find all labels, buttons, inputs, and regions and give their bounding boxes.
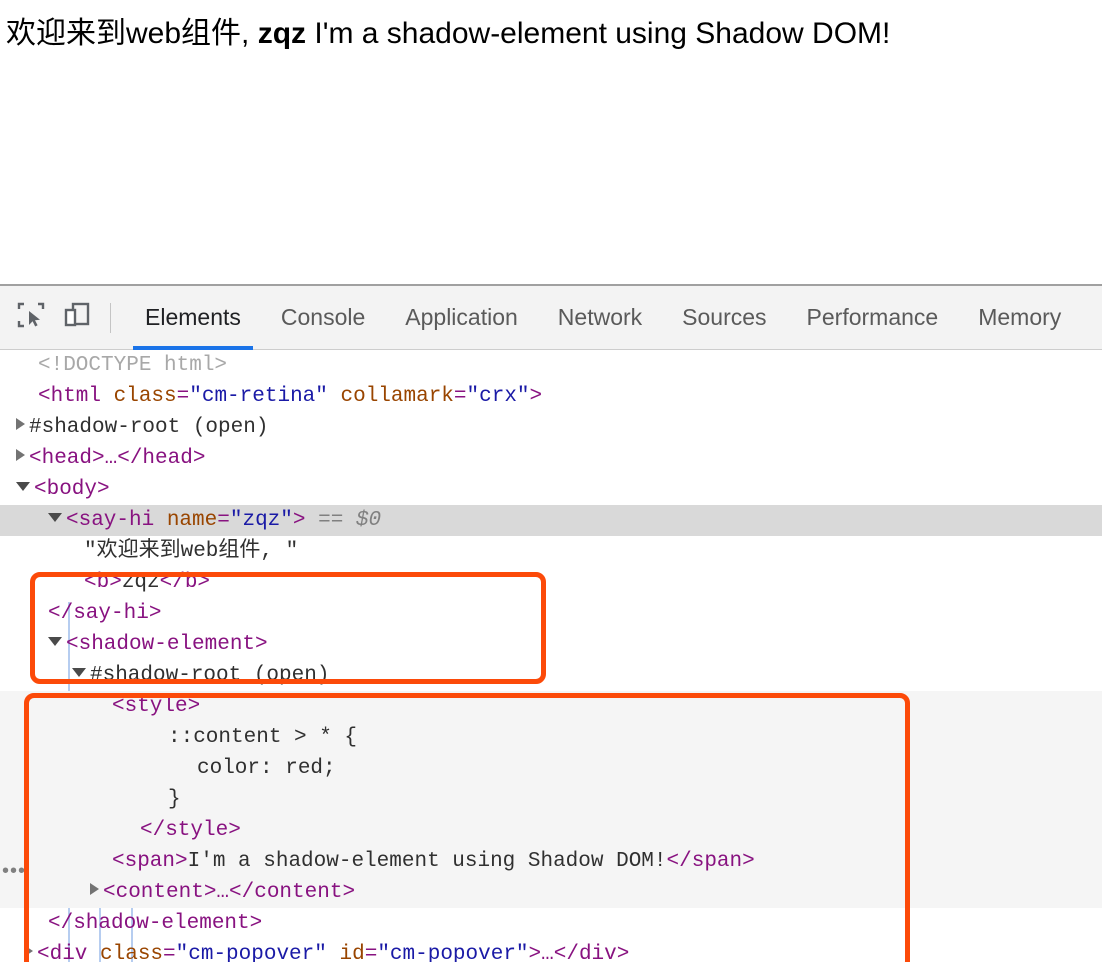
div-attr-id-value: "cm-popover"	[377, 943, 529, 962]
collapse-triangle-icon[interactable]	[48, 636, 62, 646]
shadow-element-open-tag: <shadow-element>	[66, 633, 268, 656]
dom-line-css-declaration[interactable]: color: red;	[0, 753, 1102, 784]
expand-triangle-icon[interactable]	[16, 418, 25, 431]
content-line-text: <content>…</content>	[103, 881, 356, 904]
css-selector-text: ::content > * {	[168, 726, 358, 749]
shadow-element-text: I'm a shadow-element using Shadow DOM!	[306, 17, 891, 50]
dom-line-shadow-element[interactable]: <shadow-element>	[0, 629, 1102, 660]
rendered-page-area: 欢迎来到web组件, zqz I'm a shadow-element usin…	[0, 0, 1102, 284]
tab-sources[interactable]: Sources	[662, 286, 786, 350]
dom-line-span[interactable]: <span>I'm a shadow-element using Shadow …	[0, 846, 1102, 877]
devtools-toolbar: Elements Console Application Network Sou…	[0, 286, 1102, 350]
expand-triangle-icon[interactable]	[90, 883, 99, 896]
div-attr-class-name: class	[100, 943, 164, 962]
greeting-prefix-text: 欢迎来到web组件,	[6, 17, 258, 50]
selected-node-marker: == $0	[318, 509, 382, 532]
expand-triangle-icon[interactable]	[24, 945, 33, 958]
collapse-triangle-icon[interactable]	[48, 512, 62, 522]
tab-application[interactable]: Application	[385, 286, 538, 350]
toolbar-divider	[110, 302, 111, 333]
tab-elements[interactable]: Elements	[125, 286, 261, 350]
expand-triangle-icon[interactable]	[16, 449, 25, 462]
body-open-tag: <body>	[34, 478, 110, 501]
sayhi-attr-value: "zqz"	[229, 509, 293, 532]
dom-line-content[interactable]: <content>…</content>	[0, 877, 1102, 908]
shadow-element-close-tag: </shadow-element>	[48, 912, 263, 935]
div-attr-class-value: "cm-popover"	[175, 943, 327, 962]
html-attr-class-name: class	[113, 385, 177, 408]
dom-line-div-popover[interactable]: <div class="cm-popover" id="cm-popover">…	[0, 939, 1102, 962]
shadow-root-inner-label: #shadow-root (open)	[90, 664, 330, 687]
dom-line-body[interactable]: <body>	[0, 474, 1102, 505]
shadow-root-html-label: #shadow-root (open)	[29, 416, 269, 439]
span-text: I'm a shadow-element using Shadow DOM!	[187, 850, 667, 873]
html-tag-open: <html	[38, 385, 114, 408]
page-greeting-line: 欢迎来到web组件, zqz I'm a shadow-element usin…	[6, 14, 890, 54]
sayhi-text-node: "欢迎来到web组件, "	[84, 540, 299, 563]
dom-line-shadow-root-inner[interactable]: #shadow-root (open)	[0, 660, 1102, 691]
tab-performance[interactable]: Performance	[787, 286, 959, 350]
style-close-tag: </style>	[140, 819, 241, 842]
b-text: zqz	[121, 571, 160, 594]
node-more-menu[interactable]: •••	[2, 861, 26, 881]
html-tag-close-bracket: >	[529, 385, 543, 408]
dom-line-style-close[interactable]: </style>	[0, 815, 1102, 846]
dom-line-css-brace-close[interactable]: }	[0, 784, 1102, 815]
dom-line-doctype[interactable]: <!DOCTYPE html>	[0, 350, 1102, 381]
sayhi-attr-name: name	[166, 509, 218, 532]
inspect-element-icon	[16, 300, 46, 335]
device-toolbar-button[interactable]	[54, 295, 100, 341]
dom-line-head[interactable]: <head>…</head>	[0, 443, 1102, 474]
dom-line-say-hi[interactable]: <say-hi name="zqz"> == $0	[0, 505, 1102, 536]
inspect-element-button[interactable]	[8, 295, 54, 341]
div-attr-id-name: id	[339, 943, 365, 962]
sayhi-open-tag: <say-hi	[66, 509, 167, 532]
devtools-tab-bar: Elements Console Application Network Sou…	[125, 286, 1081, 350]
collapse-triangle-icon[interactable]	[16, 481, 30, 491]
dom-line-b[interactable]: <b>zqz</b>	[0, 567, 1102, 598]
dom-tree[interactable]: <!DOCTYPE html> <html class="cm-retina" …	[0, 350, 1102, 962]
devtools-panel: Elements Console Application Network Sou…	[0, 284, 1102, 962]
css-declaration-text: color: red;	[197, 757, 336, 780]
css-brace-close-text: }	[168, 788, 181, 811]
html-attr-class-value: "cm-retina"	[189, 385, 328, 408]
html-attr-collamark-name: collamark	[340, 385, 454, 408]
dom-line-css-selector[interactable]: ::content > * {	[0, 722, 1102, 753]
html-attr-collamark-value: "crx"	[466, 385, 530, 408]
sayhi-close-tag: </say-hi>	[48, 602, 162, 625]
tab-network[interactable]: Network	[538, 286, 662, 350]
tab-console[interactable]: Console	[261, 286, 385, 350]
span-close-tag: </span>	[666, 850, 755, 873]
dom-line-html[interactable]: <html class="cm-retina" collamark="crx">	[0, 381, 1102, 412]
div-tail-text: >…</div>	[528, 943, 630, 962]
collapse-triangle-icon[interactable]	[72, 667, 86, 677]
sayhi-close-bracket: >	[292, 509, 306, 532]
span-open-tag: <span>	[112, 850, 188, 873]
greeting-name-bold: zqz	[257, 17, 307, 50]
dom-line-sayhi-text[interactable]: "欢迎来到web组件, "	[0, 536, 1102, 567]
dom-line-style-open[interactable]: <style>	[0, 691, 1102, 722]
b-open-tag: <b>	[84, 571, 122, 594]
dom-line-sayhi-close[interactable]: </say-hi>	[0, 598, 1102, 629]
dom-line-shadow-element-close[interactable]: </shadow-element>	[0, 908, 1102, 939]
style-open-tag: <style>	[112, 695, 201, 718]
b-close-tag: </b>	[159, 571, 211, 594]
tab-memory[interactable]: Memory	[958, 286, 1081, 350]
doctype-text: <!DOCTYPE html>	[38, 354, 228, 377]
div-open-tag: <div	[37, 943, 101, 962]
device-toolbar-icon	[62, 300, 92, 335]
head-line-text: <head>…</head>	[29, 447, 206, 470]
dom-line-shadow-root-html[interactable]: #shadow-root (open)	[0, 412, 1102, 443]
